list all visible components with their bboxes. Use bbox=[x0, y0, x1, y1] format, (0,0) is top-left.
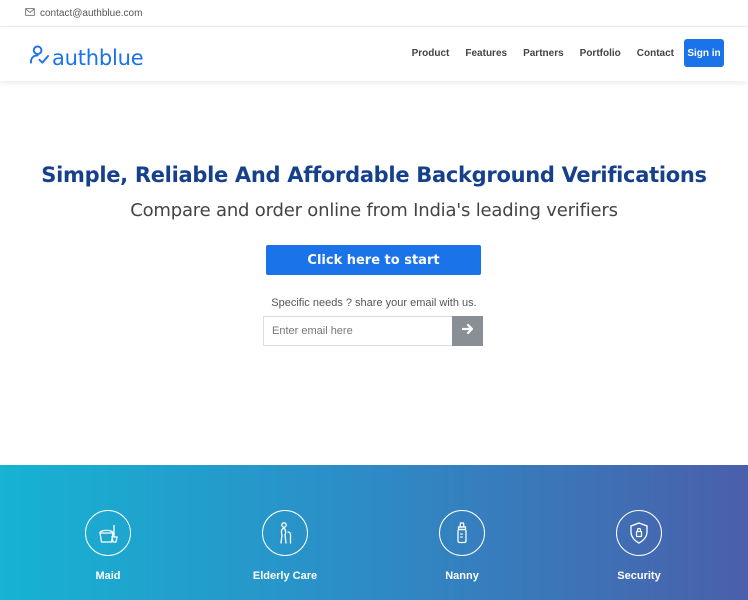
signin-button[interactable]: Sign in bbox=[684, 39, 724, 67]
service-label: Elderly Care bbox=[252, 570, 318, 582]
envelope-icon bbox=[25, 7, 35, 20]
service-nanny[interactable]: Nanny bbox=[402, 510, 522, 582]
hero-title: Simple, Reliable And Affordable Backgrou… bbox=[41, 163, 707, 187]
contact-email-text[interactable]: contact@authblue.com bbox=[40, 8, 142, 19]
logo[interactable]: authblue bbox=[29, 44, 144, 71]
user-check-logo-icon bbox=[29, 44, 50, 71]
start-button[interactable]: Click here to start bbox=[266, 245, 481, 275]
service-elderly-care[interactable]: Elderly Care bbox=[225, 510, 345, 582]
email-form bbox=[263, 316, 483, 346]
specific-needs-text: Specific needs ? share your email with u… bbox=[271, 297, 477, 309]
email-submit-button[interactable] bbox=[452, 316, 483, 346]
main-navbar: authblue Product Features Partners Portf… bbox=[0, 27, 748, 81]
service-maid[interactable]: Maid bbox=[48, 510, 168, 582]
nav-portfolio[interactable]: Portfolio bbox=[580, 48, 621, 59]
logo-text: authblue bbox=[52, 45, 144, 70]
email-input[interactable] bbox=[263, 316, 452, 346]
service-security[interactable]: Security bbox=[579, 510, 699, 582]
arrow-right-icon bbox=[461, 322, 474, 340]
elderly-person-icon bbox=[262, 510, 308, 556]
nav-links: Product Features Partners Portfolio Cont… bbox=[396, 39, 724, 67]
service-label: Maid bbox=[95, 570, 121, 582]
services-band: Maid Elderly Care Nanny Security bbox=[0, 465, 748, 600]
shield-icon bbox=[616, 510, 662, 556]
nav-contact[interactable]: Contact bbox=[637, 48, 674, 59]
cleaning-bucket-icon bbox=[85, 510, 131, 556]
contact-email[interactable]: contact@authblue.com bbox=[25, 7, 142, 20]
nav-features[interactable]: Features bbox=[465, 48, 507, 59]
hero-subtitle: Compare and order online from India's le… bbox=[130, 200, 618, 221]
nav-partners[interactable]: Partners bbox=[523, 48, 564, 59]
service-label: Nanny bbox=[445, 570, 479, 582]
baby-bottle-icon bbox=[439, 510, 485, 556]
nav-product[interactable]: Product bbox=[412, 48, 450, 59]
service-label: Security bbox=[617, 570, 661, 582]
top-contact-bar: contact@authblue.com bbox=[0, 0, 748, 27]
